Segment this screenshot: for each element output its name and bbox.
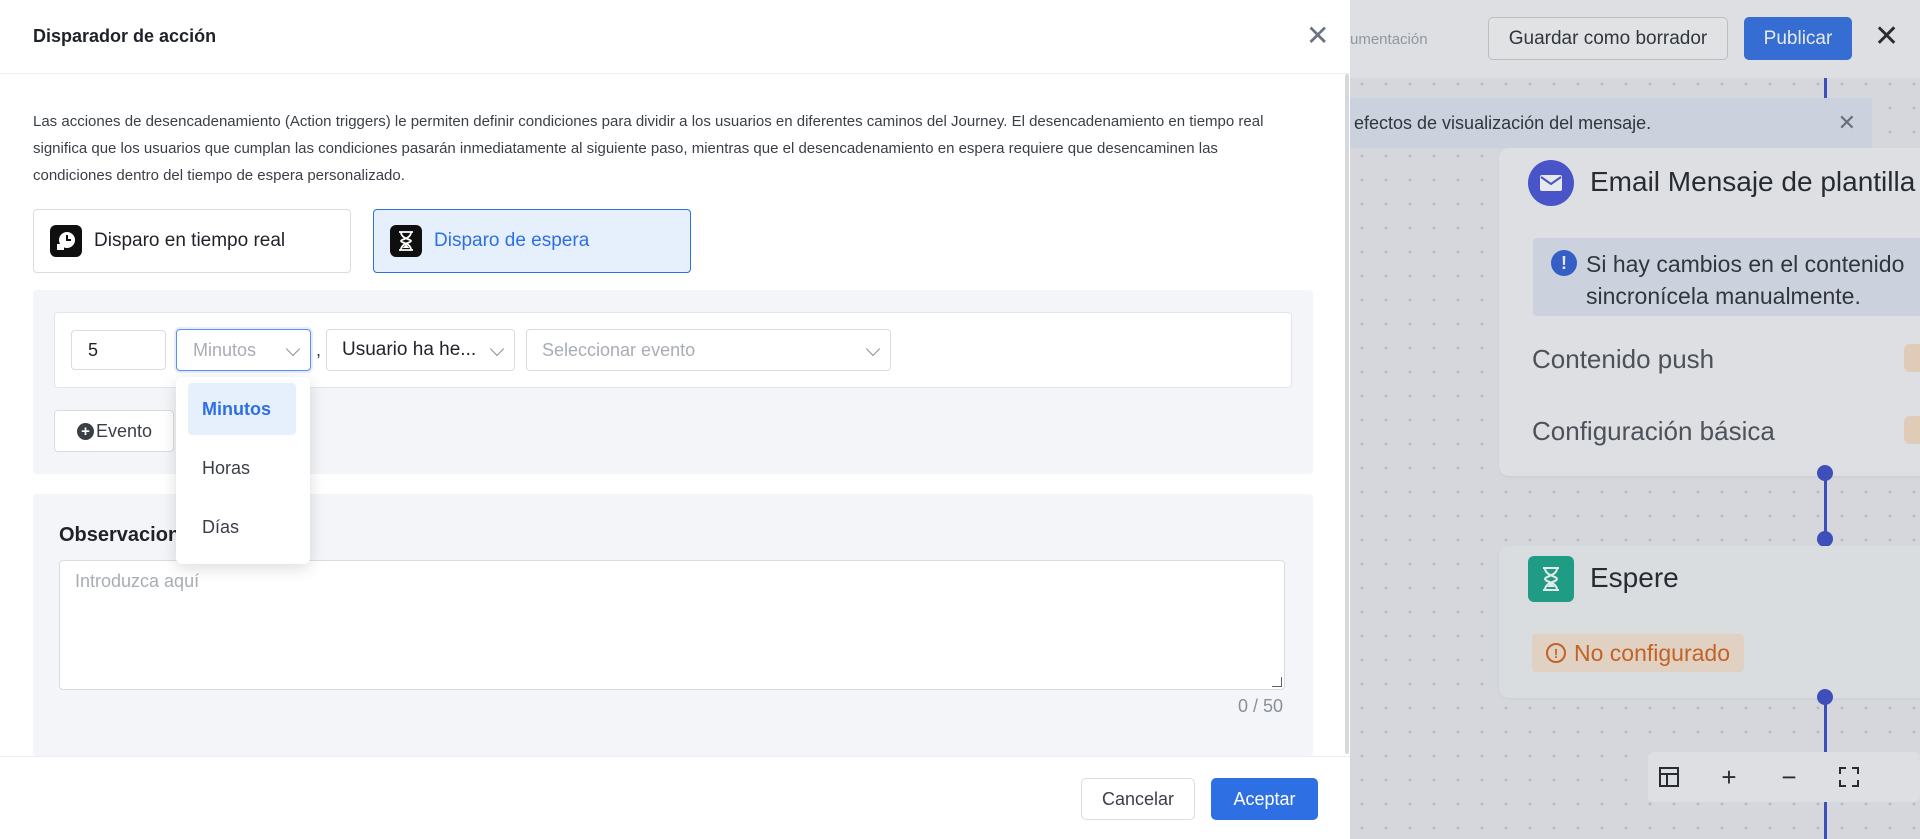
chevron-down-icon	[489, 341, 505, 357]
realtime-trigger-label: Disparo en tiempo real	[94, 230, 286, 251]
cancel-button[interactable]: Cancelar	[1081, 778, 1195, 820]
observations-label: Observacion	[59, 524, 181, 546]
time-unit-option-days[interactable]: Días	[188, 501, 296, 553]
time-unit-placeholder: Minutos	[193, 339, 257, 360]
time-unit-select[interactable]: Minutos	[176, 329, 311, 371]
close-icon[interactable]: ✕	[1306, 22, 1329, 50]
add-event-button[interactable]: + Evento	[54, 410, 174, 452]
add-event-label: Evento	[96, 420, 153, 441]
chevron-down-icon	[285, 341, 301, 357]
accept-button[interactable]: Aceptar	[1211, 778, 1318, 820]
char-counter: 0 / 50	[1238, 696, 1284, 716]
action-trigger-drawer: Disparador de acción ✕ Las acciones de d…	[0, 0, 1350, 839]
chevron-down-icon	[865, 341, 881, 357]
time-unit-option-minutes[interactable]: Minutos	[188, 383, 296, 435]
plus-circle-icon: +	[77, 422, 94, 440]
realtime-trigger-option[interactable]: Disparo en tiempo real	[33, 209, 351, 273]
clock-icon	[50, 225, 82, 257]
drawer-title: Disparador de acción	[33, 26, 217, 46]
user-action-value: Usuario ha he...	[342, 339, 477, 360]
hourglass-icon	[390, 225, 422, 257]
event-select[interactable]: Seleccionar evento	[526, 329, 891, 371]
wait-amount-input[interactable]: 5	[71, 330, 166, 370]
event-select-placeholder: Seleccionar evento	[542, 339, 696, 360]
wait-trigger-label: Disparo de espera	[434, 230, 590, 251]
wait-trigger-option[interactable]: Disparo de espera	[373, 209, 691, 273]
drawer-header: Disparador de acción ✕	[0, 0, 1350, 74]
time-unit-option-hours[interactable]: Horas	[188, 442, 296, 494]
resize-handle[interactable]	[1272, 677, 1282, 687]
separator: ,	[316, 340, 322, 360]
user-action-select[interactable]: Usuario ha he...	[326, 329, 515, 371]
observations-placeholder: Introduzca aquí	[75, 571, 200, 591]
scrollbar[interactable]	[1345, 74, 1349, 754]
observations-textarea[interactable]: Introduzca aquí	[59, 560, 1285, 690]
drawer-description: Las acciones de desencadenamiento (Actio…	[33, 113, 1264, 184]
time-unit-dropdown: Minutos Horas Días	[176, 377, 310, 564]
